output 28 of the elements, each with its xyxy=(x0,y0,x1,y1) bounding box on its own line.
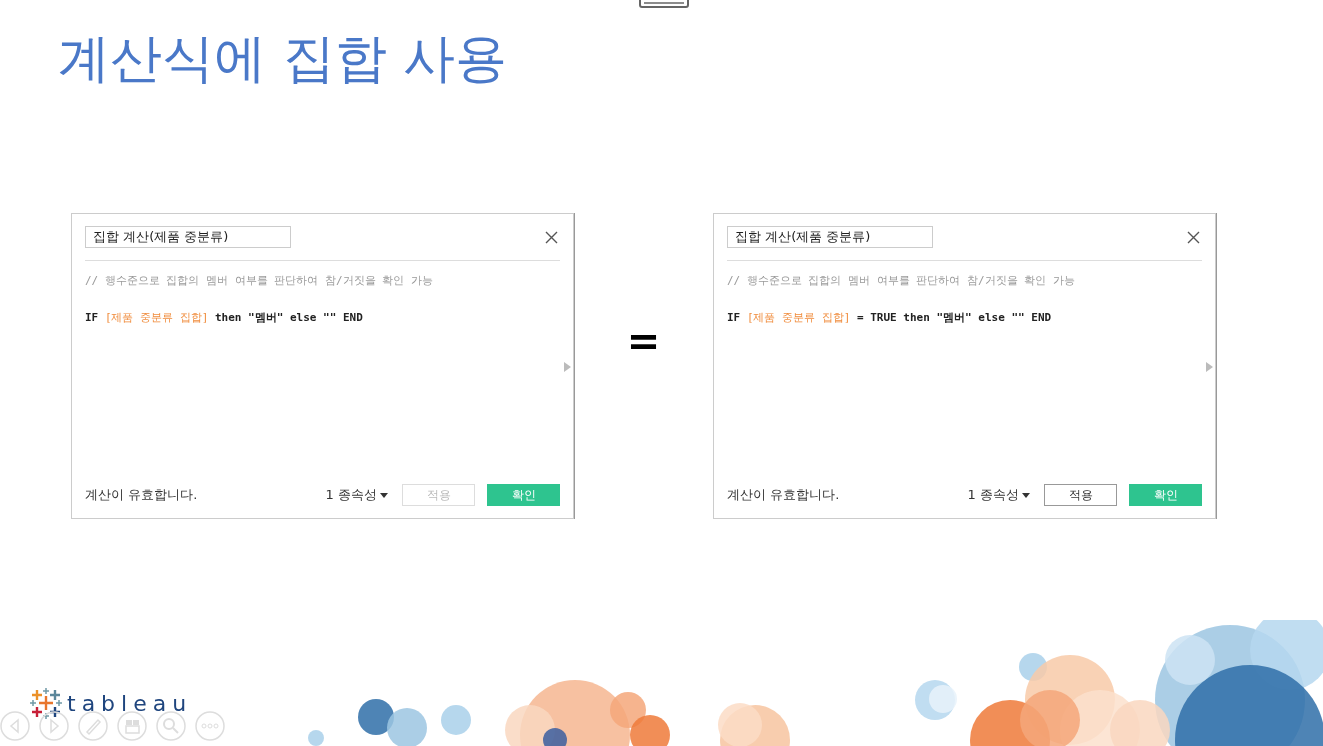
slides-icon[interactable] xyxy=(117,711,147,741)
plus-cluster-icon xyxy=(29,688,63,720)
close-icon[interactable] xyxy=(545,230,558,244)
name-field[interactable]: 집합 계산(제품 중분류) xyxy=(85,226,291,248)
formula-line: IF [제품 중분류 집합] = TRUE then "멤버" else "" END xyxy=(727,310,1053,325)
equals-sign: = xyxy=(625,321,662,361)
slide-title: 계산식에 집합 사용 xyxy=(58,27,508,90)
pen-icon[interactable] xyxy=(78,711,108,741)
dependency-dropdown[interactable]: 1 종속성 xyxy=(325,486,388,504)
code-comment: // 행수준으로 집합의 멤버 여부를 판단하여 참/거짓을 확인 가능 xyxy=(727,273,1076,288)
code-comment: // 행수준으로 집합의 멤버 여부를 판단하여 참/거짓을 확인 가능 xyxy=(85,273,434,288)
caret-icon[interactable] xyxy=(1022,492,1030,498)
next-icon[interactable] xyxy=(39,711,69,741)
apply-button[interactable]: 적용 xyxy=(1044,484,1117,506)
status-text: 계산이 유효합니다. xyxy=(85,486,199,504)
expand-arrow-icon[interactable] xyxy=(1206,362,1213,372)
logo-text: tableau xyxy=(67,692,193,716)
name-field[interactable]: 집합 계산(제품 중분류) xyxy=(727,226,933,248)
caret-icon[interactable] xyxy=(380,492,388,498)
formula-line: IF [제품 중분류 집합] then "멤버" else "" END xyxy=(85,310,364,325)
dependency-dropdown[interactable]: 1 종속성 xyxy=(967,486,1030,504)
close-icon[interactable] xyxy=(1187,230,1200,244)
zoom-icon[interactable] xyxy=(156,711,186,741)
expand-arrow-icon[interactable] xyxy=(564,362,571,372)
previous-icon[interactable] xyxy=(0,711,30,741)
status-text: 계산이 유효합니다. xyxy=(727,486,841,504)
more-icon[interactable] xyxy=(195,711,225,741)
bar-icon xyxy=(639,0,689,8)
